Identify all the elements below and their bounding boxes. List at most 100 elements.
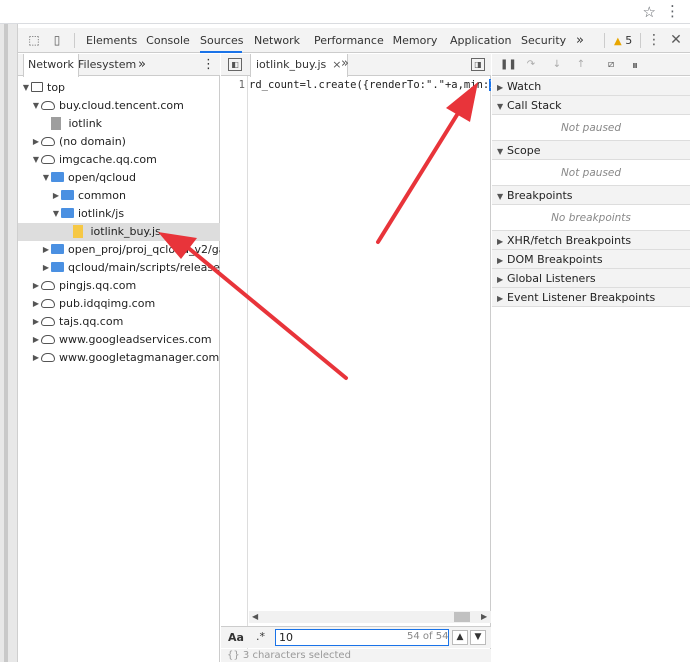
pane-xhr-breakpoints[interactable]: ▶ XHR/fetch Breakpoints <box>492 231 690 250</box>
close-devtools-icon[interactable]: ✕ <box>668 32 684 48</box>
scrollbar-thumb[interactable] <box>454 612 470 622</box>
tab-network-navigator[interactable]: Network <box>23 54 79 77</box>
next-match-button[interactable]: ▼ <box>470 630 486 645</box>
editor-more-tabs-button[interactable]: » <box>341 56 349 71</box>
tab-console[interactable]: Console <box>145 28 191 53</box>
expand-arrow-icon[interactable]: ▼ <box>21 79 31 97</box>
tab-network[interactable]: Network <box>254 28 300 53</box>
expanded-arrow-icon: ▼ <box>497 147 504 156</box>
code-line[interactable]: rd_count=l.create({renderTo:"."+a,min:10… <box>249 79 491 91</box>
pane-watch[interactable]: ▶ Watch <box>492 77 690 96</box>
pause-icon[interactable]: ❚❚ <box>500 57 517 73</box>
tree-item-folder[interactable]: ▼ iotlink/js <box>18 205 220 223</box>
scroll-right-icon[interactable]: ▶ <box>481 611 487 623</box>
tree-item-folder[interactable]: ▼ open/qcloud <box>18 169 220 187</box>
expanded-arrow-icon: ▼ <box>497 192 504 201</box>
tree-item-label: pub.idqqimg.com <box>59 297 156 310</box>
tree-item-domain[interactable]: ▶ tajs.qq.com <box>18 313 220 331</box>
pane-event-listener-breakpoints[interactable]: ▶ Event Listener Breakpoints <box>492 288 690 307</box>
tree-item-label: common <box>78 189 126 202</box>
tree-item-file[interactable]: iotlink <box>18 115 220 133</box>
tree-item-folder[interactable]: ▶ qcloud/main/scripts/release/co <box>18 259 220 277</box>
pause-on-exceptions-icon[interactable]: ⏸ <box>628 57 642 73</box>
collapse-arrow-icon[interactable]: ▶ <box>51 187 61 205</box>
expand-arrow-icon[interactable]: ▼ <box>41 169 51 187</box>
regex-button[interactable]: .* <box>256 630 265 643</box>
collapse-arrow-icon[interactable]: ▶ <box>31 313 41 331</box>
collapse-arrow-icon[interactable]: ▶ <box>31 295 41 313</box>
toggle-debugger-icon[interactable]: ◨ <box>471 58 485 71</box>
expand-arrow-icon[interactable]: ▼ <box>51 205 61 223</box>
pane-breakpoints[interactable]: ▼ Breakpoints <box>492 186 690 205</box>
step-over-icon[interactable]: ↷ <box>524 57 538 73</box>
expand-arrow-icon[interactable]: ▼ <box>31 97 41 115</box>
tree-item-domain[interactable]: ▶ pingjs.qq.com <box>18 277 220 295</box>
search-match-count: 54 of 54 <box>407 631 449 642</box>
tree-item-domain[interactable]: ▶ pub.idqqimg.com <box>18 295 220 313</box>
cloud-icon <box>41 316 55 326</box>
tree-item-top[interactable]: ▼ top <box>18 79 220 97</box>
warnings-badge[interactable]: ▲ 5 <box>614 28 632 53</box>
expand-arrow-icon[interactable]: ▼ <box>31 151 41 169</box>
step-out-icon[interactable]: ↑ <box>574 57 588 73</box>
collapsed-arrow-icon: ▶ <box>497 294 504 303</box>
tree-item-domain[interactable]: ▼ imgcache.qq.com <box>18 151 220 169</box>
more-tabs-button[interactable]: » <box>573 28 587 53</box>
tree-item-domain[interactable]: ▼ buy.cloud.tencent.com <box>18 97 220 115</box>
tree-item-folder[interactable]: ▶ open_proj/proj_qcloud_v2/gate <box>18 241 220 259</box>
tab-application[interactable]: Application <box>450 28 511 53</box>
search-match-highlight: 10 <box>489 79 491 91</box>
collapsed-arrow-icon: ▶ <box>497 256 504 265</box>
pane-scope[interactable]: ▼ Scope <box>492 141 690 160</box>
tree-item-domain[interactable]: ▶ www.googletagmanager.com <box>18 349 220 367</box>
collapse-arrow-icon[interactable]: ▶ <box>41 241 51 259</box>
file-icon <box>51 116 61 130</box>
tree-item-domain[interactable]: ▶ www.googleadservices.com <box>18 331 220 349</box>
devtools-menu-icon[interactable]: ⋮ <box>646 32 662 48</box>
tree-item-folder[interactable]: ▶ common <box>18 187 220 205</box>
debugger-sidebar: ❚❚ ↷ ↓ ↑ ⧄ ⏸ ▶ Watch ▼ Call Stack Not paus… <box>492 54 690 662</box>
collapse-arrow-icon[interactable]: ▶ <box>31 331 41 349</box>
cloud-icon <box>41 352 55 362</box>
breakpoints-status: No breakpoints <box>492 206 690 231</box>
collapse-arrow-icon[interactable]: ▶ <box>31 133 41 151</box>
tab-memory[interactable]: Memory <box>392 28 438 53</box>
editor-file-tab[interactable]: iotlink_buy.js × <box>250 54 349 77</box>
scroll-left-icon[interactable]: ◀ <box>252 611 258 623</box>
tab-security[interactable]: Security <box>521 28 566 53</box>
star-icon[interactable]: ☆ <box>643 3 656 21</box>
tab-performance[interactable]: Performance <box>314 28 384 53</box>
tree-item-file-selected[interactable]: iotlink_buy.js <box>18 223 220 241</box>
pane-call-stack[interactable]: ▼ Call Stack <box>492 96 690 115</box>
tab-sources[interactable]: Sources <box>200 28 244 53</box>
collapse-arrow-icon[interactable]: ▶ <box>41 259 51 277</box>
pane-global-listeners[interactable]: ▶ Global Listeners <box>492 269 690 288</box>
navigator-menu-icon[interactable]: ⋮ <box>198 54 219 76</box>
tab-elements[interactable]: Elements <box>86 28 137 53</box>
navigator-more-button[interactable]: » <box>134 54 150 76</box>
collapse-arrow-icon[interactable]: ▶ <box>31 349 41 367</box>
folder-icon <box>61 208 74 218</box>
tree-item-domain[interactable]: ▶ (no domain) <box>18 133 220 151</box>
navigator-tab-bar: Network Filesystem » ⋮ <box>18 54 220 77</box>
warning-icon: ▲ <box>614 36 622 47</box>
toggle-navigator-icon[interactable]: ◧ <box>228 58 242 71</box>
pane-dom-breakpoints[interactable]: ▶ DOM Breakpoints <box>492 250 690 269</box>
match-case-button[interactable]: Aa <box>228 631 244 644</box>
kebab-menu-icon[interactable]: ⋮ <box>665 2 680 20</box>
code-text: rd_count=l.create({renderTo:"."+a,min: <box>249 79 490 91</box>
step-into-icon[interactable]: ↓ <box>550 57 564 73</box>
deactivate-breakpoints-icon[interactable]: ⧄ <box>604 57 618 73</box>
tree-item-label: open_proj/proj_qcloud_v2/gate <box>68 243 220 256</box>
tree-item-label: open/qcloud <box>68 171 136 184</box>
collapsed-arrow-icon: ▶ <box>497 83 504 92</box>
frame-icon <box>31 82 43 92</box>
horizontal-scrollbar[interactable]: ◀ ▶ <box>249 611 491 623</box>
page-edge <box>0 24 18 662</box>
tab-filesystem[interactable]: Filesystem <box>74 54 140 76</box>
previous-match-button[interactable]: ▲ <box>452 630 468 645</box>
cloud-icon <box>41 298 55 308</box>
device-toolbar-icon[interactable]: ▯ <box>49 32 65 48</box>
inspect-element-icon[interactable]: ⬚ <box>26 32 42 48</box>
collapse-arrow-icon[interactable]: ▶ <box>31 277 41 295</box>
